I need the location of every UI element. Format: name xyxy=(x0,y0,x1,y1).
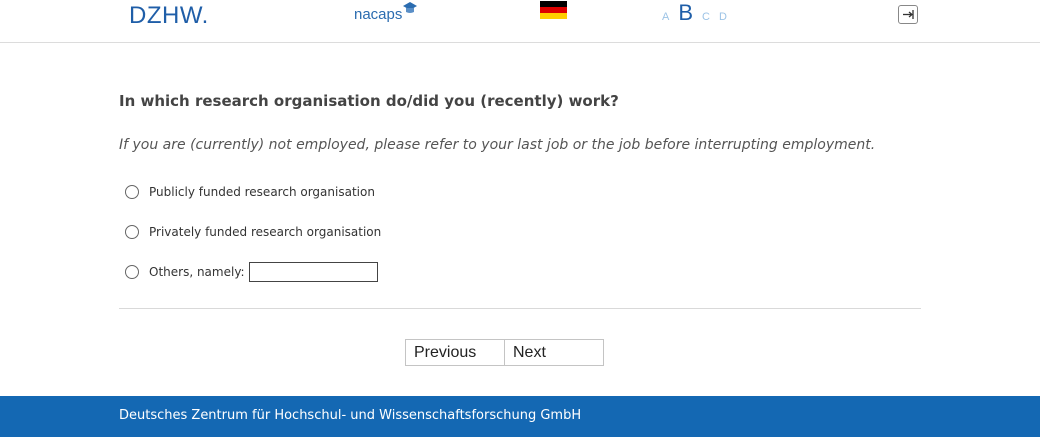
footer-text: Deutsches Zentrum für Hochschul- und Wis… xyxy=(119,408,582,423)
font-size-a[interactable]: A xyxy=(662,11,669,23)
question-title: In which research organisation do/did yo… xyxy=(119,92,619,110)
font-size-b[interactable]: B xyxy=(678,0,693,26)
radio-public[interactable] xyxy=(125,185,139,199)
nacaps-logo[interactable]: nacaps xyxy=(354,2,417,23)
next-button[interactable]: Next xyxy=(504,339,604,366)
radio-private[interactable] xyxy=(125,225,139,239)
option-others[interactable]: Others, namely: xyxy=(125,262,378,282)
others-text-input[interactable] xyxy=(248,262,378,282)
logout-button[interactable] xyxy=(898,5,918,24)
previous-button[interactable]: Previous xyxy=(405,339,505,366)
nacaps-logo-text: nacaps xyxy=(354,6,403,23)
font-size-c[interactable]: C xyxy=(702,11,710,23)
option-private[interactable]: Privately funded research organisation xyxy=(125,222,381,242)
font-size-selector: ABCD xyxy=(662,0,736,30)
dzhw-logo[interactable]: DZHW. xyxy=(129,2,209,30)
question-instruction: If you are (currently) not employed, ple… xyxy=(119,137,876,153)
divider xyxy=(119,308,921,309)
option-private-label[interactable]: Privately funded research organisation xyxy=(149,225,381,239)
header-bar: DZHW. nacaps ABCD xyxy=(0,0,1040,43)
graduation-cap-icon xyxy=(403,2,417,13)
logout-icon xyxy=(903,10,914,19)
font-size-d[interactable]: D xyxy=(719,11,727,23)
german-flag-icon[interactable] xyxy=(540,1,567,19)
radio-others[interactable] xyxy=(125,265,139,279)
option-public[interactable]: Publicly funded research organisation xyxy=(125,182,375,202)
footer: Deutsches Zentrum für Hochschul- und Wis… xyxy=(0,396,1040,437)
option-public-label[interactable]: Publicly funded research organisation xyxy=(149,185,375,199)
option-others-label[interactable]: Others, namely: xyxy=(149,265,245,279)
